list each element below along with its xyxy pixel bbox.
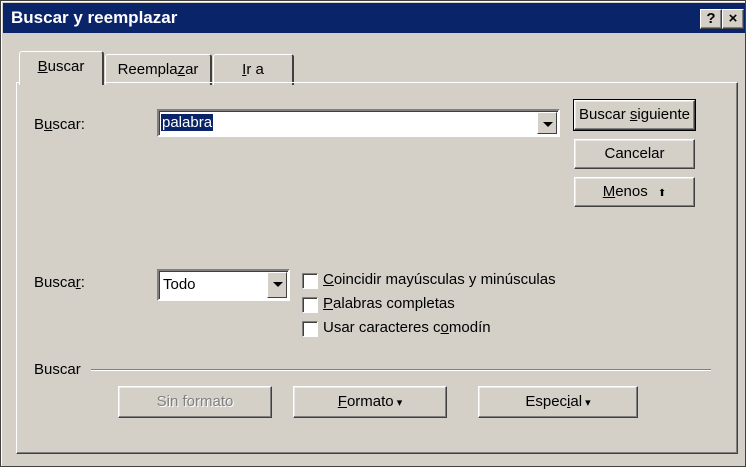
format-button[interactable]: Formato <box>293 386 447 418</box>
find-combobox[interactable]: palabra <box>157 109 560 137</box>
tab-buscar[interactable]: Buscar <box>19 51 104 85</box>
whole-words-label[interactable]: Palabras completas <box>323 295 455 312</box>
no-format-button[interactable]: Sin formato <box>118 386 272 418</box>
find-next-label: Buscar siguiente <box>579 106 690 123</box>
search-direction-select[interactable]: Todo <box>157 269 290 301</box>
no-format-label: Sin formato <box>156 393 234 410</box>
section-divider <box>91 369 711 371</box>
close-button[interactable]: × <box>722 9 744 29</box>
wildcards-checkbox[interactable] <box>302 321 318 337</box>
title-bar: Buscar y reemplazar ? × <box>3 3 745 33</box>
cancel-label: Cancelar <box>604 145 665 162</box>
find-next-button[interactable]: Buscar siguiente <box>573 99 696 131</box>
match-case-label[interactable]: Coincidir mayúsculas y minúsculas <box>323 271 556 288</box>
search-direction-value: Todo <box>163 276 196 293</box>
tab-ir-a[interactable]: Ir a <box>213 54 294 85</box>
wildcards-label[interactable]: Usar caracteres comodín <box>323 319 491 336</box>
cancel-button[interactable]: Cancelar <box>574 139 695 169</box>
special-label: Especial <box>525 393 590 410</box>
tab-label: Buscar <box>37 58 85 75</box>
tab-label: Reemplazar <box>117 61 199 78</box>
double-up-arrow-icon: ⬆ <box>657 188 667 199</box>
tab-reemplazar[interactable]: Reemplazar <box>105 54 212 85</box>
help-button[interactable]: ? <box>700 9 722 29</box>
window-title: Buscar y reemplazar <box>11 8 178 27</box>
chevron-down-icon[interactable] <box>267 272 287 298</box>
less-label: Menos <box>602 183 648 200</box>
section-title: Buscar <box>34 361 81 378</box>
find-input[interactable]: palabra <box>161 114 214 131</box>
tab-label: Ir a <box>242 61 264 78</box>
special-button[interactable]: Especial <box>478 386 638 418</box>
chevron-down-icon[interactable] <box>537 112 557 134</box>
whole-words-checkbox[interactable] <box>302 297 318 313</box>
format-label: Formato <box>338 393 402 410</box>
match-case-checkbox[interactable] <box>302 273 318 289</box>
less-button[interactable]: Menos ⬆ <box>574 177 695 207</box>
find-label: Buscar: <box>34 116 85 133</box>
search-direction-label: Buscar: <box>34 274 85 291</box>
find-replace-dialog: Buscar y reemplazar ? × Buscar Reemplaza… <box>0 0 746 467</box>
